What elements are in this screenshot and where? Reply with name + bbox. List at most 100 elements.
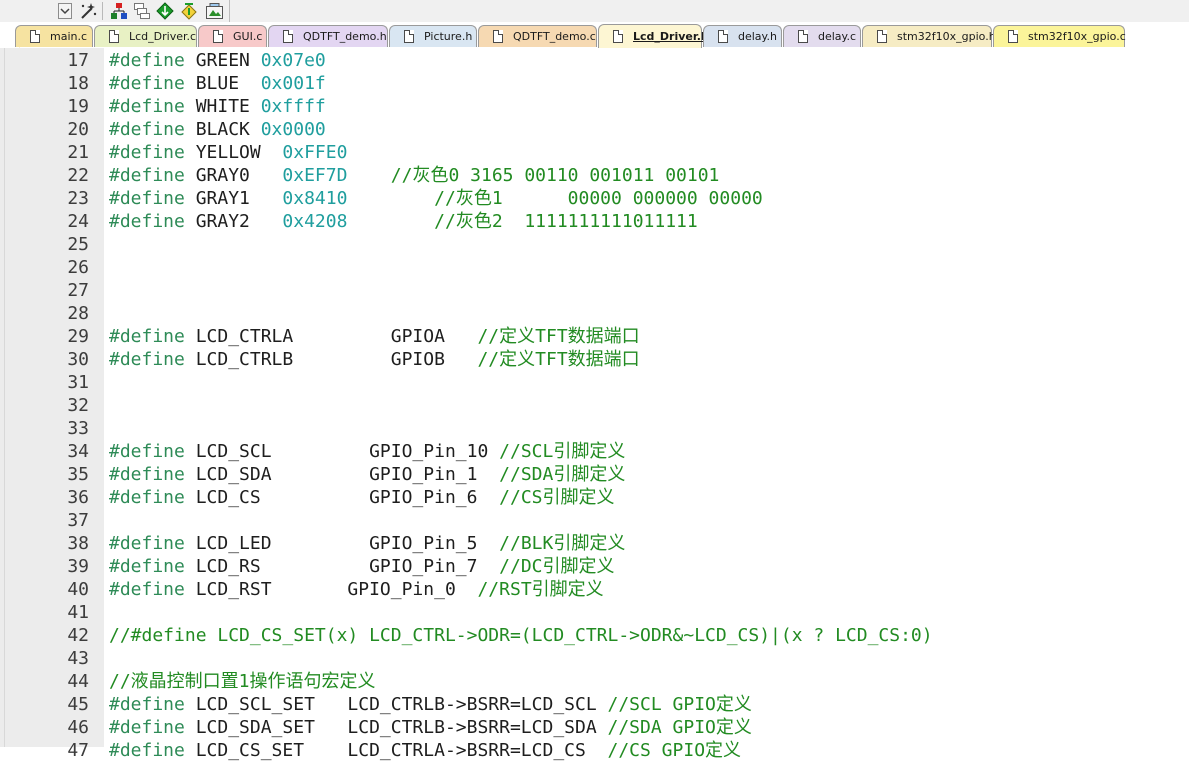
flash-diamond-icon[interactable] — [180, 1, 198, 20]
tab-gui-c[interactable]: GUI.c — [198, 25, 267, 47]
line-number: 26 — [67, 257, 89, 278]
code-line[interactable]: #define LCD_CS GPIO_Pin_6 //CS引脚定义 — [109, 486, 615, 509]
keyword-token: #define — [109, 717, 185, 738]
line-number: 32 — [67, 395, 89, 416]
keyword-token: #define — [109, 694, 185, 715]
magic-wand-icon[interactable] — [79, 1, 97, 20]
line-number: 47 — [67, 740, 89, 761]
c-file-icon — [30, 30, 40, 43]
code-line[interactable]: #define LCD_SDA_SET LCD_CTRLB->BSRR=LCD_… — [109, 716, 752, 739]
keyword-token: #define — [109, 96, 185, 117]
tab-lcd-driver-c[interactable]: Lcd_Driver.c — [94, 25, 197, 47]
packs-installer-icon[interactable] — [205, 1, 225, 20]
identifier-token: LCD_CS_SET LCD_CTRLA->BSRR=LCD_CS — [184, 740, 608, 761]
comment-token: //CS GPIO定义 — [607, 740, 742, 761]
manage-project-icon[interactable] — [110, 1, 128, 20]
diamond-download-icon[interactable] — [156, 1, 174, 20]
code-line[interactable]: //#define LCD_CS_SET(x) LCD_CTRL->ODR=(L… — [109, 624, 933, 647]
code-line[interactable]: #define GRAY1 0x8410 //灰色1 00000 000000 … — [109, 187, 763, 210]
c-file-icon — [1008, 30, 1018, 43]
identifier-token: GRAY0 — [184, 165, 283, 186]
window-layout-icon[interactable] — [133, 1, 151, 20]
tab-main-c[interactable]: main.c — [15, 25, 93, 47]
line-number: 45 — [67, 694, 89, 715]
tab-lcd-driver-h[interactable]: Lcd_Driver.h — [598, 24, 709, 48]
identifier-token: YELLOW — [184, 142, 283, 163]
c-file-icon — [109, 30, 119, 43]
code-line[interactable]: #define YELLOW 0xFFE0 — [109, 141, 347, 164]
c-file-icon — [213, 30, 223, 43]
keyword-token: #define — [109, 326, 185, 347]
identifier-token: LCD_SCL_SET LCD_CTRLB->BSRR=LCD_SCL — [184, 694, 608, 715]
identifier-token: LCD_CS GPIO_Pin_6 — [184, 487, 500, 508]
line-number: 35 — [67, 464, 89, 485]
toolbar — [0, 0, 1189, 22]
tab-qdtft-demo-c[interactable]: QDTFT_demo.c — [478, 25, 597, 47]
line-number: 33 — [67, 418, 89, 439]
code-line[interactable]: #define LCD_SDA GPIO_Pin_1 //SDA引脚定义 — [109, 463, 625, 486]
code-line[interactable]: #define WHITE 0xffff — [109, 95, 326, 118]
line-number: 37 — [67, 510, 89, 531]
line-number: 23 — [67, 188, 89, 209]
keyword-token: #define — [109, 165, 185, 186]
identifier-token: LCD_CTRLB GPIOB — [184, 349, 478, 370]
line-number: 29 — [67, 326, 89, 347]
code-line[interactable]: //液晶控制口置1操作语句宏定义 — [109, 670, 376, 693]
code-line[interactable]: #define LCD_SCL_SET LCD_CTRLB->BSRR=LCD_… — [109, 693, 752, 716]
identifier-token — [347, 211, 434, 232]
fold-margin[interactable] — [94, 48, 104, 747]
code-line[interactable]: #define LCD_CTRLB GPIOB //定义TFT数据端口 — [109, 348, 640, 371]
file-tab-bar: main.c Lcd_Driver.c GUI.c QDTFT_demo.h P… — [0, 22, 1189, 70]
code-line[interactable]: #define LCD_SCL GPIO_Pin_10 //SCL引脚定义 — [109, 440, 625, 463]
dropdown-arrow-icon[interactable] — [57, 1, 73, 20]
code-line[interactable]: #define LCD_RS GPIO_Pin_7 //DC引脚定义 — [109, 555, 615, 578]
tab-qdtft-demo-h[interactable]: QDTFT_demo.h — [268, 25, 388, 47]
line-number: 20 — [67, 119, 89, 140]
line-number: 25 — [67, 234, 89, 255]
keyword-token: #define — [109, 211, 185, 232]
code-editor[interactable]: 17 #define GREEN 0x07e0 18 #define BLUE 0x0… — [0, 48, 1189, 761]
code-line[interactable]: #define GRAY2 0x4208 //灰色2 1111111111011… — [109, 210, 698, 233]
line-number: 41 — [67, 602, 89, 623]
keyword-token: #define — [109, 142, 185, 163]
line-number: 34 — [67, 441, 89, 462]
code-line[interactable]: #define GREEN 0x07e0 — [109, 49, 326, 72]
tab-stm32f10x-gpio-c[interactable]: stm32f10x_gpio.c — [993, 25, 1126, 47]
identifier-token: LCD_SCL GPIO_Pin_10 — [184, 441, 500, 462]
h-file-icon — [283, 30, 293, 43]
code-line[interactable]: #define LCD_CTRLA GPIOA //定义TFT数据端口 — [109, 325, 640, 348]
keyword-token: #define — [109, 556, 185, 577]
number-token: 0xFFE0 — [282, 142, 348, 163]
keyword-token: #define — [109, 579, 185, 600]
h-file-icon — [877, 30, 887, 43]
code-line[interactable]: #define LCD_LED GPIO_Pin_5 //BLK引脚定义 — [109, 532, 625, 555]
tab-stm32f10x-gpio-h[interactable]: stm32f10x_gpio.h — [862, 25, 996, 47]
comment-token: //BLK引脚定义 — [499, 533, 626, 554]
tab-label: GUI.c — [233, 30, 263, 43]
tab-label: delay.h — [738, 30, 777, 43]
code-line[interactable]: #define LCD_RST GPIO_Pin_0 //RST引脚定义 — [109, 578, 604, 601]
identifier-token: WHITE — [184, 96, 261, 117]
identifier-token: BLACK — [184, 119, 261, 140]
code-line[interactable]: #define LCD_CS_SET LCD_CTRLA->BSRR=LCD_C… — [109, 739, 741, 762]
h-file-icon — [404, 30, 414, 43]
line-number: 44 — [67, 671, 89, 692]
tab-delay-c[interactable]: delay.c — [783, 25, 861, 47]
keyword-token: #define — [109, 188, 185, 209]
identifier-token — [347, 188, 434, 209]
comment-token: //SDA引脚定义 — [499, 464, 626, 485]
code-line[interactable]: #define BLACK 0x0000 — [109, 118, 326, 141]
line-number: 39 — [67, 556, 89, 577]
tab-picture-h[interactable]: Picture.h — [389, 25, 477, 47]
code-line[interactable]: #define BLUE 0x001f — [109, 72, 326, 95]
c-file-icon — [493, 30, 503, 43]
code-line[interactable]: #define GRAY0 0xEF7D //灰色0 3165 00110 00… — [109, 164, 719, 187]
tab-delay-h[interactable]: delay.h — [703, 25, 782, 47]
line-number: 36 — [67, 487, 89, 508]
line-number: 27 — [67, 280, 89, 301]
tab-label: delay.c — [818, 30, 857, 43]
comment-token: //RST引脚定义 — [477, 579, 604, 600]
identifier-token: BLUE — [184, 73, 261, 94]
identifier-token: LCD_LED GPIO_Pin_5 — [184, 533, 500, 554]
line-number: 17 — [67, 50, 89, 71]
